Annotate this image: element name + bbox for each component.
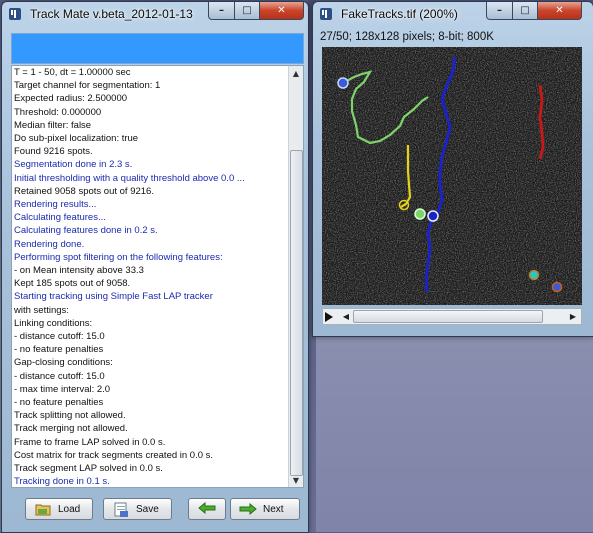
trackmate-window: Track Mate v.beta_2012-01-13 – □ ✕ T = 1… [1, 1, 309, 533]
image-canvas[interactable] [322, 47, 582, 305]
close-button[interactable]: ✕ [259, 2, 304, 20]
image-info: 27/50; 128x128 pixels; 8-bit; 800K [320, 31, 494, 43]
log-line: Linking conditions: [14, 317, 93, 329]
log-line: Do sub-pixel localization: true [14, 133, 139, 145]
frame-slider-thumb[interactable] [353, 310, 543, 323]
progress-bar [11, 33, 304, 64]
imagej-icon [9, 8, 21, 20]
close-button[interactable]: ✕ [537, 2, 582, 20]
next-button[interactable]: Next [230, 498, 300, 520]
log-line: - distance cutoff: 15.0 [14, 370, 105, 382]
log-line: Found 9216 spots. [14, 146, 93, 158]
trackmate-titlebar[interactable]: Track Mate v.beta_2012-01-13 – □ ✕ [2, 2, 308, 28]
log-line: Kept 185 spots out of 9058. [14, 278, 131, 290]
log-line: Expected radius: 2.500000 [14, 93, 128, 105]
image-window: FakeTracks.tif (200%) – □ ✕ 27/50; 128x1… [312, 1, 593, 337]
log-line: - distance cutoff: 15.0 [14, 331, 105, 343]
back-button[interactable] [188, 498, 226, 520]
minimize-button[interactable]: – [208, 2, 235, 20]
log-line: Tracking done in 0.1 s. [14, 476, 110, 488]
frame-slider[interactable]: ◀ ▶ [322, 308, 582, 325]
log-line: Rendering done. [14, 238, 85, 250]
slider-right-arrow-icon[interactable]: ▶ [567, 310, 579, 323]
log-line: Performing spot filtering on the followi… [14, 251, 223, 263]
log-line: Track merging not allowed. [14, 423, 128, 435]
spot-marker[interactable] [551, 281, 563, 293]
log-line: Segmentation done in 2.3 s. [14, 159, 133, 171]
log-line: Target channel for segmentation: 1 [14, 80, 161, 92]
log-line: Threshold: 0.000000 [14, 106, 102, 118]
back-arrow-icon [198, 501, 216, 517]
log-line: - on Mean intensity above 33.3 [14, 265, 144, 277]
spot-marker[interactable] [427, 210, 439, 222]
log-line: - max time interval: 2.0 [14, 383, 111, 395]
image-titlebar[interactable]: FakeTracks.tif (200%) – □ ✕ [313, 2, 593, 28]
maximize-button[interactable]: □ [234, 2, 260, 20]
log-line: Starting tracking using Simple Fast LAP … [14, 291, 213, 303]
log-line: Median filter: false [14, 119, 92, 131]
spot-marker[interactable] [414, 208, 426, 220]
minimize-button[interactable]: – [486, 2, 513, 20]
log-line: T = 1 - 50, dt = 1.00000 sec [14, 67, 131, 78]
spot-marker[interactable] [528, 269, 540, 281]
maximize-button[interactable]: □ [512, 2, 538, 20]
log-line: Calculating features done in 0.2 s. [14, 225, 158, 237]
imagej-icon [320, 8, 332, 20]
log-line: Rendering results... [14, 199, 97, 211]
save-label: Save [136, 503, 159, 515]
log-line: Track splitting not allowed. [14, 410, 126, 422]
load-button[interactable]: Load [25, 498, 93, 520]
scroll-down-icon[interactable]: ▼ [289, 473, 303, 487]
log-line: Track segment LAP solved in 0.0 s. [14, 463, 163, 475]
log-line: Frame to frame LAP solved in 0.0 s. [14, 436, 166, 448]
log-line: with settings: [14, 304, 69, 316]
scroll-up-icon[interactable]: ▲ [289, 66, 303, 80]
load-icon [34, 501, 52, 517]
log-line: Initial thresholding with a quality thre… [14, 172, 245, 184]
log-line: Calculating features... [14, 212, 106, 224]
log-panel[interactable]: T = 1 - 50, dt = 1.00000 sec Target chan… [11, 65, 304, 488]
log-scrollbar[interactable]: ▲ ▼ [288, 66, 303, 487]
next-arrow-icon [239, 501, 257, 517]
log-line: Gap-closing conditions: [14, 357, 113, 369]
trackmate-title: Track Mate v.beta_2012-01-13 [30, 7, 193, 21]
image-title: FakeTracks.tif (200%) [341, 7, 458, 21]
load-label: Load [58, 503, 81, 515]
save-icon [112, 501, 130, 517]
track-overlay [322, 47, 582, 305]
log-line: Retained 9058 spots out of 9216. [14, 185, 154, 197]
slider-left-arrow-icon[interactable]: ◀ [340, 310, 352, 323]
play-icon[interactable] [325, 312, 333, 322]
log-line: Cost matrix for track segments created i… [14, 449, 214, 461]
log-line: - no feature penalties [14, 397, 104, 409]
spot-marker[interactable] [337, 77, 349, 89]
log-line: - no feature penalties [14, 344, 104, 356]
next-label: Next [263, 503, 284, 515]
log-scroll-thumb[interactable] [290, 150, 303, 476]
save-button[interactable]: Save [103, 498, 172, 520]
log-lines: T = 1 - 50, dt = 1.00000 sec Target chan… [14, 66, 288, 488]
